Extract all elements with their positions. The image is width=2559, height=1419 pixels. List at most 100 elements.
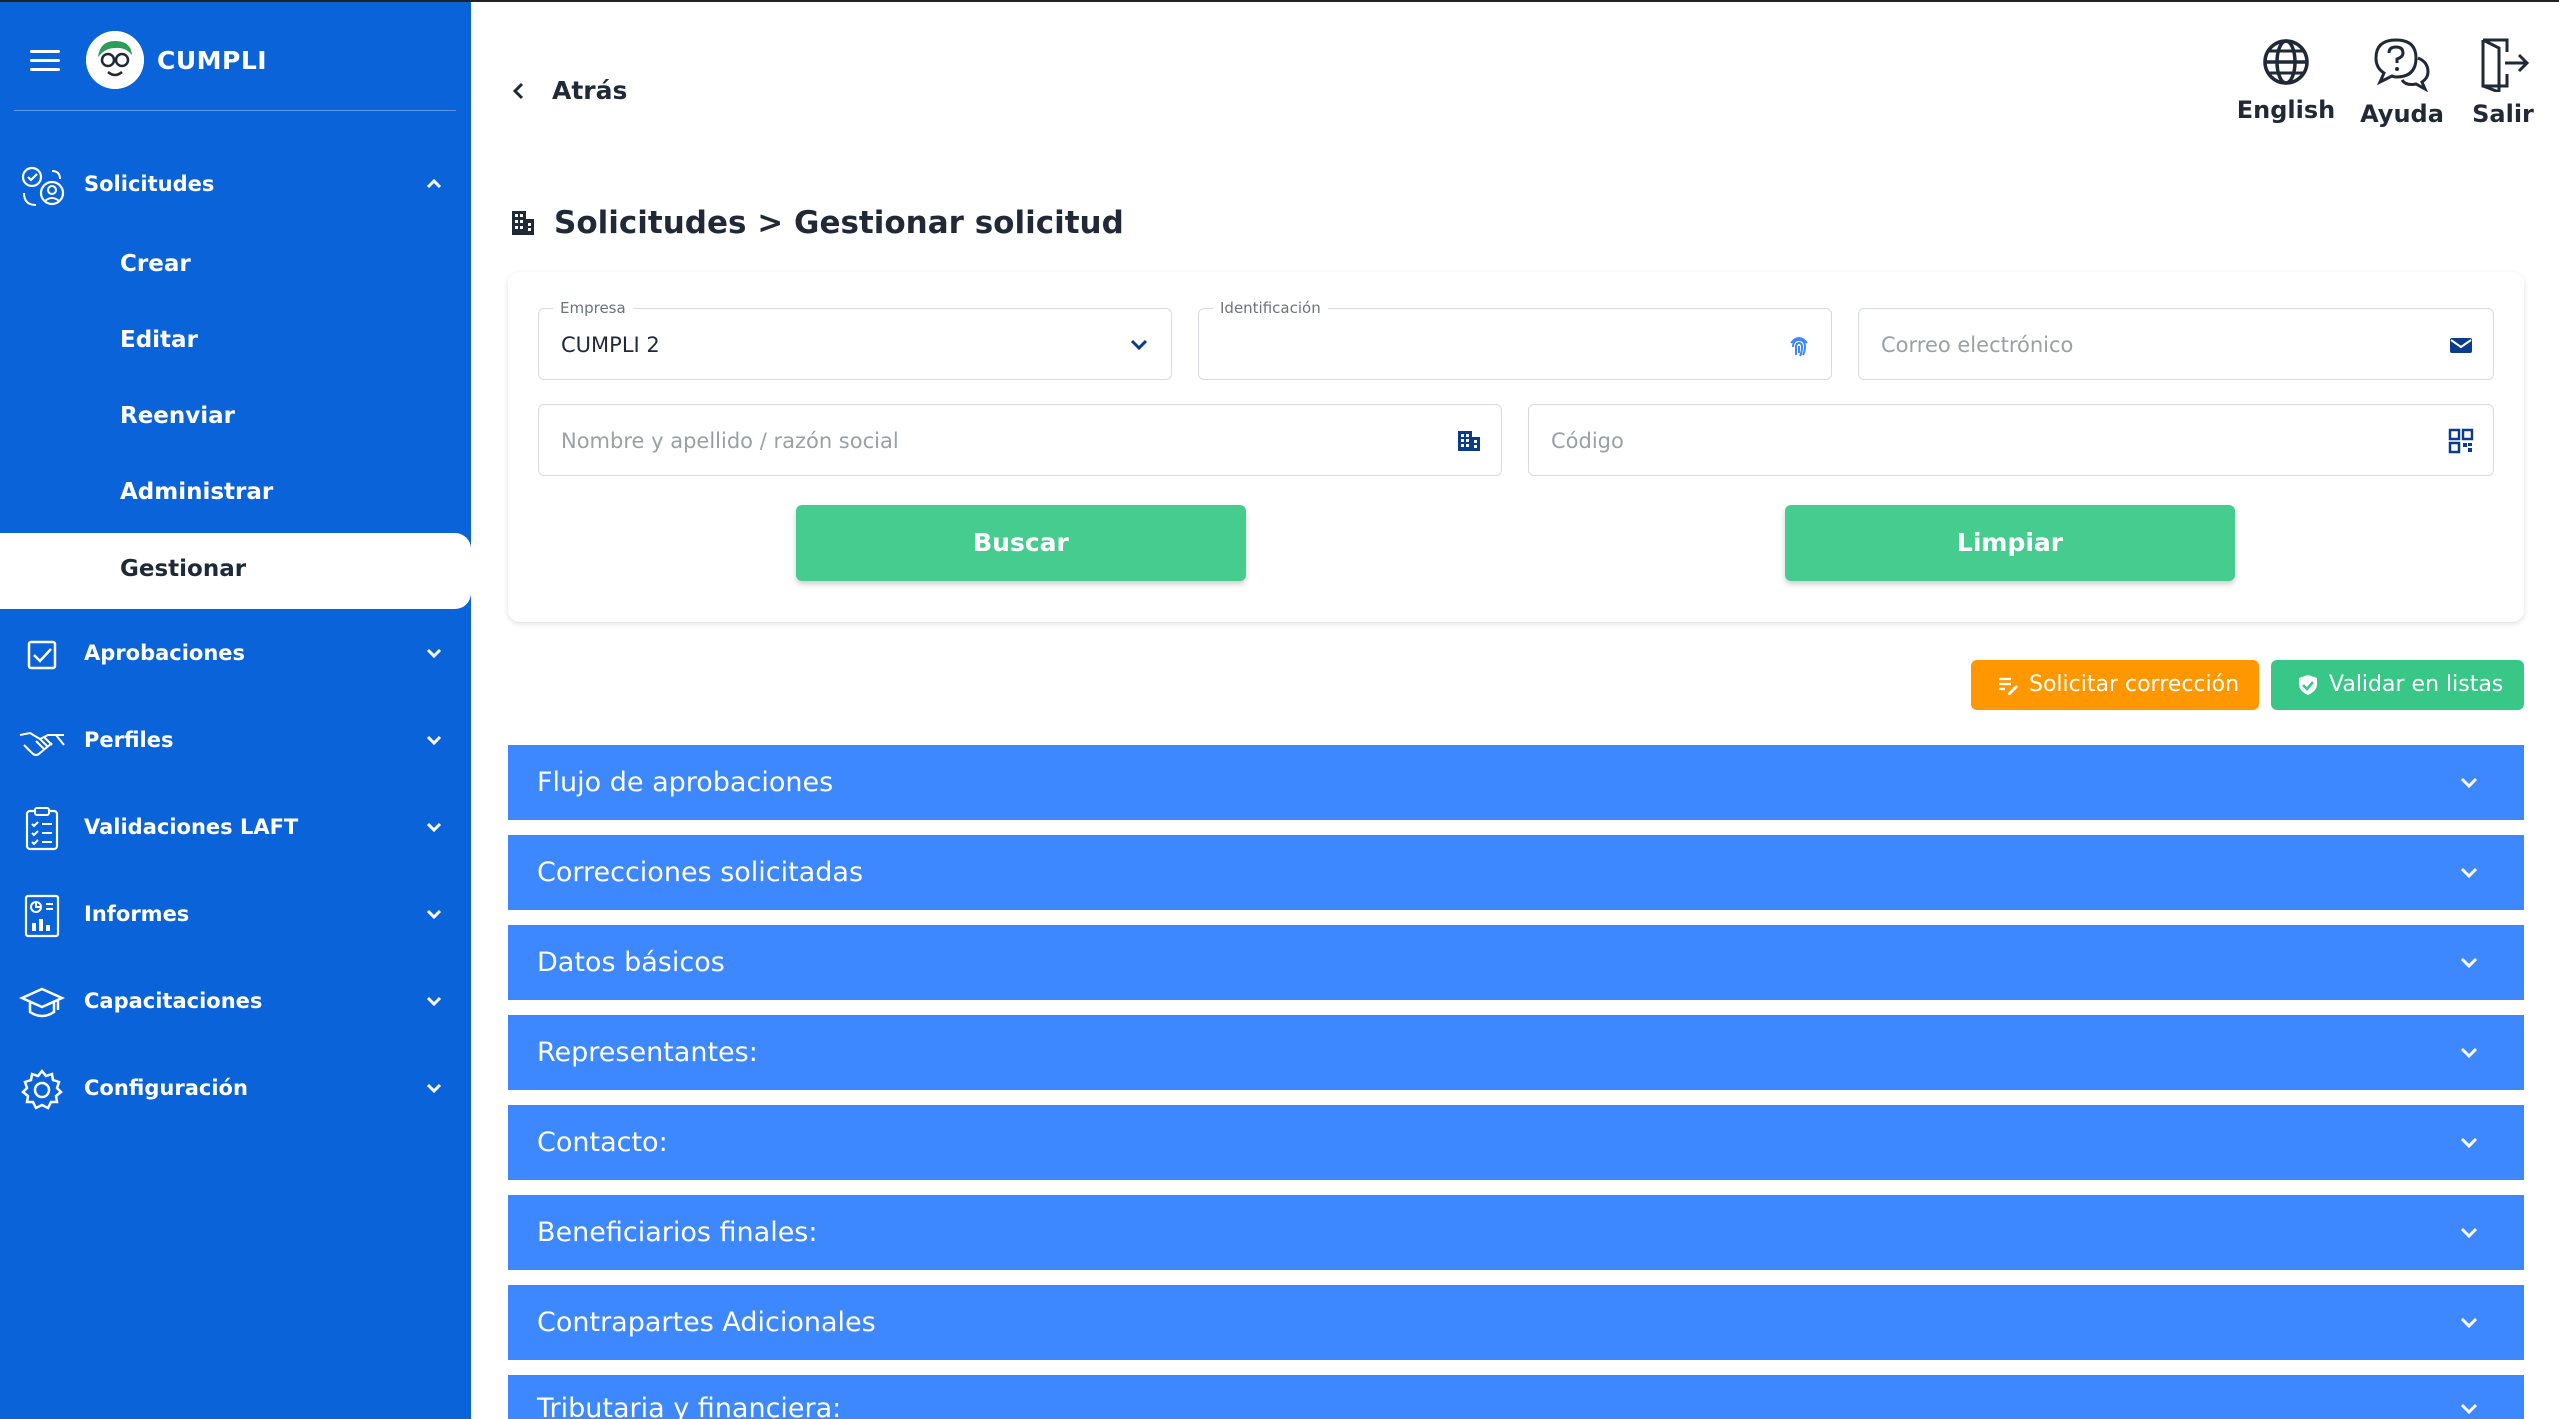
sidebar-subitem-label: Crear [120,251,191,277]
accordion-label: Flujo de aprobaciones [537,767,834,798]
sidebar-divider [14,110,456,111]
request-correction-button[interactable]: Solicitar corrección [1971,660,2259,710]
language-button[interactable]: English [2236,36,2336,146]
building-icon [1458,431,1480,451]
identificacion-field[interactable]: Identificación [1198,299,1832,380]
sidebar-subitem-editar[interactable]: Editar [0,305,471,379]
brand-name: CUMPLI [157,46,268,75]
chevron-left-icon [512,82,524,100]
chevron-down-icon [2460,867,2478,879]
identificacion-label: Identificación [1213,299,1328,317]
sidebar-subitem-label: Gestionar [120,556,247,582]
sidebar-item-label: Perfiles [84,728,174,752]
accordion-contrapartes-adicionales[interactable]: Contrapartes Adicionales [508,1285,2524,1360]
accordion-representantes[interactable]: Representantes: [508,1015,2524,1090]
accordion-flujo-aprobaciones[interactable]: Flujo de aprobaciones [508,745,2524,820]
accordion-beneficiarios-finales[interactable]: Beneficiarios finales: [508,1195,2524,1270]
logout-button[interactable]: Salir [2470,36,2536,146]
chevron-down-icon [2460,1227,2478,1239]
accordion-label: Contrapartes Adicionales [537,1307,876,1338]
validate-lists-label: Validar en listas [2329,672,2504,697]
email-field[interactable]: Correo electrónico [1858,308,2494,380]
chevron-down-icon [426,996,442,1007]
sidebar-item-validaciones-laft[interactable]: Validaciones LAFT [0,797,471,857]
chevron-down-icon [426,1083,442,1094]
validate-lists-button[interactable]: Validar en listas [2271,660,2524,710]
sidebar-item-label: Capacitaciones [84,989,263,1013]
sidebar: CUMPLI Solicitudes Crear Editar Reenviar… [0,0,471,1419]
accordion-datos-basicos[interactable]: Datos básicos [508,925,2524,1000]
sidebar-item-capacitaciones[interactable]: Capacitaciones [0,971,471,1031]
sidebar-subitem-gestionar[interactable]: Gestionar [0,533,471,609]
sidebar-subitem-label: Reenviar [120,403,236,429]
sidebar-item-label: Informes [84,902,190,926]
requests-icon [21,166,65,206]
sidebar-subitem-administrar[interactable]: Administrar [0,457,471,531]
sidebar-item-solicitudes[interactable]: Solicitudes [0,154,471,214]
accordion-tributaria-financiera[interactable]: Tributaria y financiera: [508,1375,2524,1419]
chevron-down-icon [2460,1403,2478,1415]
chevron-up-icon [426,178,442,189]
email-placeholder: Correo electrónico [1881,333,2074,357]
window-top-border [0,0,2559,2]
chevron-down-icon [2460,1047,2478,1059]
sidebar-subitem-label: Administrar [120,479,274,505]
checkbox-icon [27,640,57,670]
clear-button[interactable]: Limpiar [1785,505,2235,581]
logout-icon [2481,38,2530,92]
accordion-label: Tributaria y financiera: [537,1393,842,1419]
empresa-value: CUMPLI 2 [561,333,660,357]
cumpli-logo [86,31,144,89]
accordion-label: Representantes: [537,1037,758,1068]
sidebar-item-label: Aprobaciones [84,641,246,665]
sidebar-subitem-crear[interactable]: Crear [0,229,471,303]
globe-icon [2263,39,2309,85]
accordion-label: Contacto: [537,1127,668,1158]
help-button[interactable]: Ayuda [2356,36,2448,146]
accordion-label: Beneficiarios finales: [537,1217,818,1248]
accordion-contacto[interactable]: Contacto: [508,1105,2524,1180]
gear-icon [21,1068,63,1110]
sidebar-item-configuracion[interactable]: Configuración [0,1058,471,1118]
language-label: English [2236,96,2336,124]
name-placeholder: Nombre y apellido / razón social [561,429,899,453]
empresa-select[interactable]: Empresa CUMPLI 2 [538,299,1172,380]
code-placeholder: Código [1551,429,1624,453]
name-field[interactable]: Nombre y apellido / razón social [538,404,1502,476]
chevron-down-icon [2460,957,2478,969]
qr-code-icon [2448,428,2474,454]
shield-check-icon [2299,675,2317,695]
sidebar-item-label: Configuración [84,1076,248,1100]
accordion-correcciones-solicitadas[interactable]: Correcciones solicitadas [508,835,2524,910]
handshake-icon [19,731,65,756]
sidebar-item-informes[interactable]: Informes [0,884,471,944]
sidebar-item-aprobaciones[interactable]: Aprobaciones [0,623,471,683]
chevron-down-icon [2460,1137,2478,1149]
sidebar-subitem-label: Editar [120,327,198,353]
sidebar-subitem-reenviar[interactable]: Reenviar [0,381,471,455]
chevron-down-icon [426,648,442,659]
code-field[interactable]: Código [1528,404,2494,476]
graduation-cap-icon [18,987,66,1018]
help-chat-icon [2374,38,2430,92]
page-title-text: Solicitudes > Gestionar solicitud [554,205,1124,241]
sidebar-item-label: Validaciones LAFT [84,815,299,839]
request-correction-label: Solicitar corrección [2029,672,2240,697]
sidebar-item-perfiles[interactable]: Perfiles [0,710,471,770]
hamburger-menu-icon[interactable] [30,50,60,72]
chevron-down-icon [2460,1317,2478,1329]
chevron-down-icon [2460,777,2478,789]
edit-list-icon [1999,677,2018,695]
search-button[interactable]: Buscar [796,505,1246,581]
report-icon [24,894,60,938]
accordion-label: Correcciones solicitadas [537,857,864,888]
chevron-down-icon [426,822,442,833]
fingerprint-icon [1790,337,1808,357]
building-icon [512,211,534,235]
sidebar-item-label: Solicitudes [84,172,215,196]
clipboard-icon [25,807,59,851]
empresa-label: Empresa [553,299,633,317]
accordion-label: Datos básicos [537,947,725,978]
mail-icon [2450,338,2472,353]
chevron-down-icon [426,909,442,920]
